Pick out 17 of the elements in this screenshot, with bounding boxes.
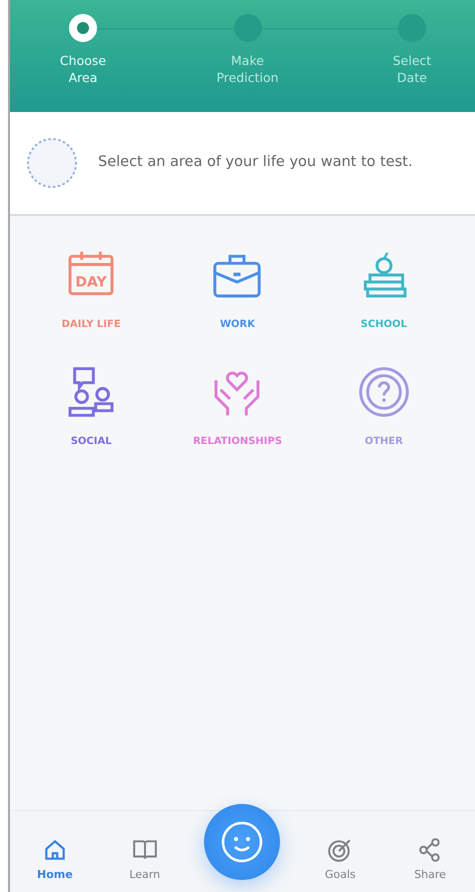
step-label: Make Prediction bbox=[216, 52, 279, 86]
area-button[interactable]: SOCIAL bbox=[18, 363, 164, 450]
area-button[interactable]: RELATIONSHIPS bbox=[164, 363, 311, 450]
step-label: Select Date bbox=[392, 52, 432, 86]
dashed-circle-icon bbox=[26, 137, 78, 189]
step-label: Choose Area bbox=[60, 52, 106, 86]
area-button[interactable]: WORK bbox=[164, 246, 311, 333]
nav-tab[interactable]: Share bbox=[400, 836, 460, 884]
area-button[interactable]: OTHER bbox=[310, 363, 457, 450]
target-icon bbox=[327, 836, 354, 862]
area-button[interactable]: DAY DAILY LIFE bbox=[18, 246, 164, 333]
area-button[interactable]: SCHOOL bbox=[310, 246, 457, 333]
nav-tab[interactable]: Home bbox=[24, 836, 85, 884]
smiley-icon bbox=[220, 820, 264, 864]
nav-tab[interactable]: Goals bbox=[310, 836, 370, 884]
nav-tab[interactable]: Learn bbox=[114, 836, 175, 884]
prompt-text: Select an area of your life you want to test. bbox=[98, 153, 413, 172]
